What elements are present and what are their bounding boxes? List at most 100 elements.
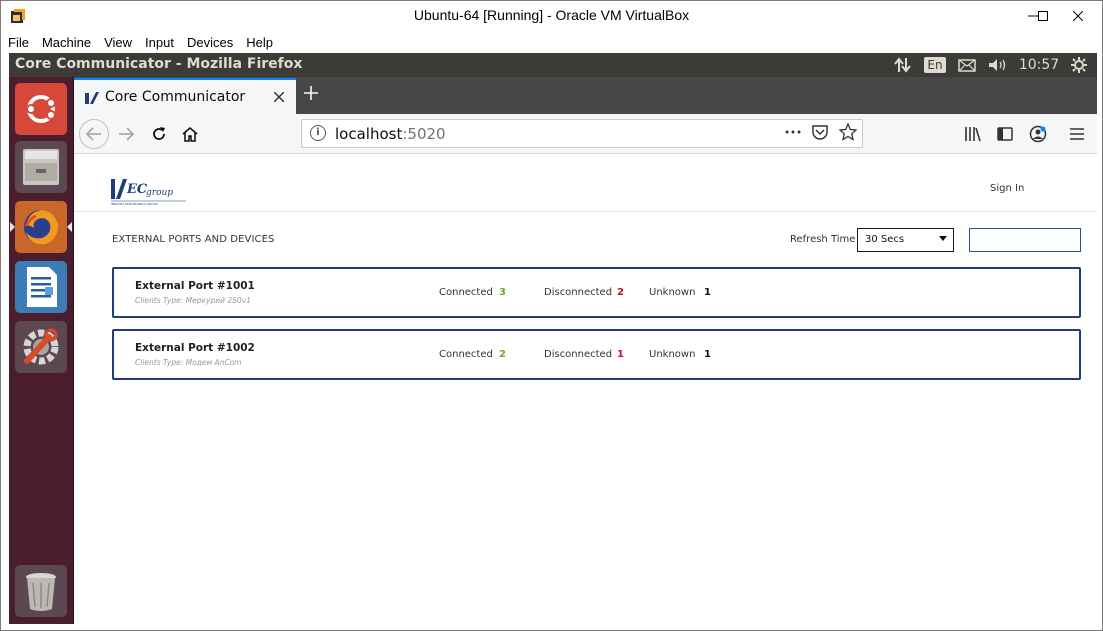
ubuntu-dash-button[interactable] — [15, 83, 67, 135]
session-indicator[interactable] — [1067, 53, 1091, 77]
pocket-icon — [812, 125, 828, 140]
url-host: localhost — [335, 125, 403, 143]
menu-help[interactable]: Help — [239, 32, 279, 53]
navigation-toolbar: i localhost:5020 — [74, 114, 1097, 154]
site-favicon — [85, 92, 99, 104]
sidebar-button[interactable] — [990, 119, 1020, 149]
keyboard-language-indicator[interactable]: En — [924, 53, 946, 77]
language-badge: En — [924, 57, 946, 73]
url-port: :5020 — [402, 125, 446, 143]
trash-launcher[interactable] — [15, 565, 67, 617]
page-actions-button[interactable] — [784, 123, 802, 145]
info-icon[interactable]: i — [310, 125, 326, 141]
files-launcher[interactable] — [15, 141, 67, 193]
clock[interactable]: 10:57 — [1019, 53, 1059, 77]
iec-group-logo[interactable]: EC group INKOTEX ELECTRONICS GROUP — [110, 176, 190, 206]
sign-in-link[interactable]: Sign In — [990, 183, 1024, 194]
menu-input[interactable]: Input — [138, 32, 180, 53]
speaker-icon — [989, 59, 1006, 71]
svg-text:EC: EC — [126, 182, 148, 197]
running-indicator — [10, 222, 15, 232]
unknown-count: 1 — [704, 287, 711, 298]
disconnected-label: Disconnected — [544, 287, 613, 298]
sidebar-icon — [997, 127, 1013, 141]
new-tab-button[interactable] — [304, 81, 318, 106]
writer-launcher[interactable] — [15, 261, 67, 313]
unknown-count: 1 — [704, 349, 711, 360]
connected-count: 2 — [499, 349, 506, 360]
svg-text:INKOTEX ELECTRONICS GROUP: INKOTEX ELECTRONICS GROUP — [111, 202, 158, 206]
chevron-down-icon — [939, 236, 947, 241]
reload-icon — [153, 127, 165, 140]
library-button[interactable] — [958, 119, 988, 149]
trash-icon — [26, 573, 56, 611]
window-titlebar[interactable]: Ubuntu-64 [Running] - Oracle VM VirtualB… — [1, 1, 1102, 32]
pocket-button[interactable] — [811, 123, 829, 145]
close-button[interactable] — [1054, 1, 1102, 31]
maximize-button[interactable] — [1032, 1, 1054, 31]
active-window-title: Core Communicator - Mozilla Firefox — [15, 56, 303, 72]
window-title: Ubuntu-64 [Running] - Oracle VM VirtualB… — [413, 7, 690, 23]
system-settings-icon — [23, 328, 59, 365]
reload-button[interactable] — [144, 119, 174, 149]
home-icon — [182, 127, 198, 142]
url-text[interactable]: localhost:5020 — [335, 125, 446, 143]
web-page: EC group INKOTEX ELECTRONICS GROUP Sign … — [74, 154, 1097, 624]
page-header: EC group INKOTEX ELECTRONICS GROUP Sign … — [74, 154, 1097, 212]
section-title: EXTERNAL PORTS AND DEVICES — [112, 234, 275, 245]
filter-input[interactable] — [969, 228, 1081, 252]
tab-title: Core Communicator — [105, 89, 246, 105]
gear-icon — [1071, 57, 1087, 73]
tab-core-communicator[interactable]: Core Communicator — [74, 78, 296, 114]
network-indicator[interactable] — [891, 53, 915, 77]
account-button[interactable] — [1023, 119, 1053, 149]
connected-label: Connected — [439, 287, 493, 298]
tab-close-button[interactable] — [273, 87, 285, 106]
firefox-window: Core Communicator i localhost:5020 EC gr… — [74, 77, 1097, 624]
menu-button[interactable] — [1062, 119, 1092, 149]
home-button[interactable] — [175, 119, 205, 149]
star-icon — [838, 122, 858, 141]
maximize-icon — [1038, 11, 1048, 21]
iec-logo-icon: EC group INKOTEX ELECTRONICS GROUP — [111, 179, 186, 206]
envelope-icon — [958, 58, 976, 72]
arrow-left-icon — [86, 127, 101, 141]
messaging-indicator[interactable] — [955, 53, 979, 77]
settings-launcher[interactable] — [15, 321, 67, 373]
libreoffice-writer-icon — [27, 267, 57, 307]
unity-launcher — [9, 77, 74, 624]
account-icon — [1029, 125, 1047, 143]
port-client-type: Clients Type: Меркурий 250v1 — [135, 296, 251, 305]
firefox-launcher[interactable] — [15, 201, 67, 253]
port-card-1002[interactable]: External Port #1002 Clients Type: Модем … — [112, 329, 1081, 380]
refresh-time-select[interactable]: 30 Secs — [857, 228, 954, 252]
menu-machine[interactable]: Machine — [35, 32, 97, 53]
arrow-right-icon — [119, 127, 134, 141]
sound-indicator[interactable] — [986, 53, 1010, 77]
port-card-1001[interactable]: External Port #1001 Clients Type: Меркур… — [112, 267, 1081, 318]
vbox-menubar: File Machine View Input Devices Help — [1, 32, 1102, 53]
bookmark-button[interactable] — [838, 122, 858, 145]
plus-icon — [304, 86, 318, 100]
library-icon — [965, 127, 981, 142]
hamburger-icon — [1070, 128, 1084, 140]
forward-button[interactable] — [111, 119, 141, 149]
close-icon — [1073, 11, 1083, 21]
port-name: External Port #1002 — [135, 342, 255, 354]
menu-file[interactable]: File — [1, 32, 35, 53]
refresh-time-label: Refresh Time — [790, 234, 856, 245]
close-icon — [273, 91, 285, 103]
back-button[interactable] — [79, 119, 109, 149]
menu-devices[interactable]: Devices — [180, 32, 239, 53]
unknown-label: Unknown — [649, 287, 696, 298]
disconnected-count: 2 — [617, 287, 624, 298]
tab-strip: Core Communicator — [74, 77, 1097, 114]
menu-view[interactable]: View — [97, 32, 138, 53]
files-icon — [23, 149, 59, 185]
virtualbox-window: Ubuntu-64 [Running] - Oracle VM VirtualB… — [0, 0, 1103, 631]
url-bar[interactable]: i localhost:5020 — [301, 119, 863, 148]
network-arrows-icon — [894, 57, 911, 73]
svg-text:group: group — [146, 188, 173, 198]
disconnected-label: Disconnected — [544, 349, 613, 360]
connected-count: 3 — [499, 287, 506, 298]
